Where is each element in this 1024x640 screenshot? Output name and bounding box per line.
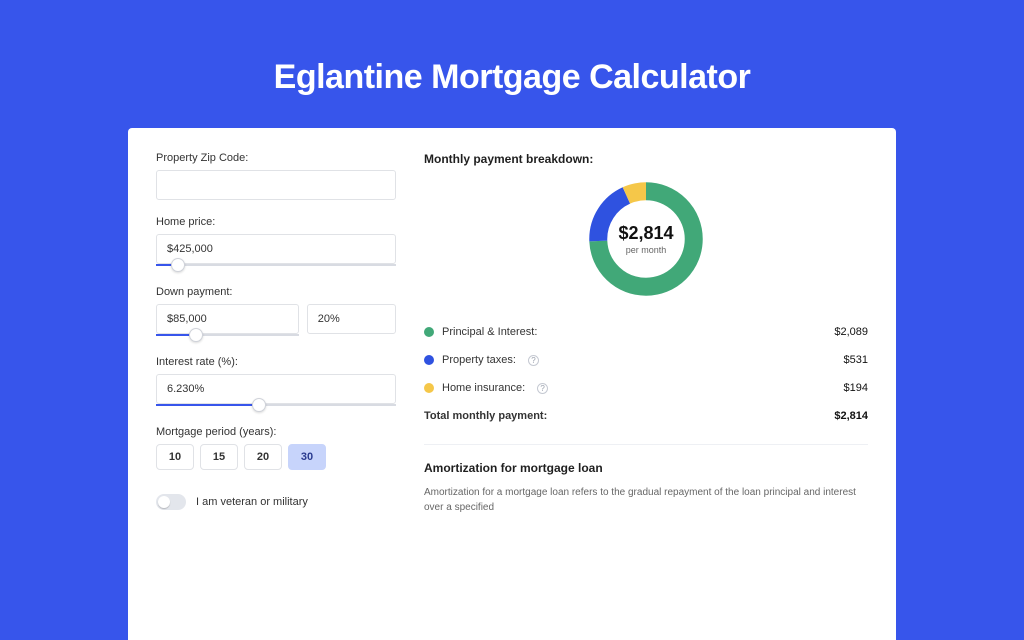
donut-center: $2,814 per month (583, 176, 709, 302)
legend-swatch (424, 355, 434, 365)
info-icon[interactable]: ? (537, 383, 548, 394)
mortgage-period-option-20[interactable]: 20 (244, 444, 282, 470)
down-payment-percent-group (307, 304, 396, 340)
amortization-body: Amortization for a mortgage loan refers … (424, 485, 868, 515)
form-column: Property Zip Code: Home price: Down paym… (156, 152, 396, 640)
down-payment-amount-input[interactable] (156, 304, 299, 334)
legend-swatch (424, 327, 434, 337)
interest-rate-label: Interest rate (%): (156, 356, 396, 368)
legend-total-value: $2,814 (834, 410, 868, 422)
page-title: Eglantine Mortgage Calculator (0, 0, 1024, 97)
legend-row-property_taxes: Property taxes:? $531 (424, 346, 868, 374)
down-payment-slider[interactable] (156, 334, 299, 336)
legend-swatch (424, 383, 434, 393)
donut-chart: $2,814 per month (583, 176, 709, 302)
breakdown-section: Monthly payment breakdown: $2,814 per mo… (424, 152, 868, 445)
veteran-row: I am veteran or military (156, 494, 396, 510)
legend-label: Home insurance: (442, 382, 525, 394)
home-price-input[interactable] (156, 234, 396, 264)
legend-label: Principal & Interest: (442, 326, 537, 338)
down-payment-percent-input[interactable] (307, 304, 396, 334)
zip-input[interactable] (156, 170, 396, 200)
mortgage-period-field-group: Mortgage period (years): 10152030 (156, 426, 396, 470)
legend-label: Property taxes: (442, 354, 516, 366)
down-payment-row (156, 304, 396, 356)
legend-value: $2,089 (834, 326, 868, 338)
slider-thumb[interactable] (189, 328, 203, 342)
down-payment-label: Down payment: (156, 286, 396, 298)
legend-value: $531 (844, 354, 868, 366)
amortization-section: Amortization for mortgage loan Amortizat… (424, 461, 868, 515)
home-price-slider[interactable] (156, 264, 396, 266)
mortgage-period-option-15[interactable]: 15 (200, 444, 238, 470)
donut-per-label: per month (626, 245, 667, 255)
slider-track-fill (156, 404, 259, 406)
mortgage-period-label: Mortgage period (years): (156, 426, 396, 438)
breakdown-title: Monthly payment breakdown: (424, 152, 868, 166)
home-price-field-group: Home price: (156, 216, 396, 266)
info-icon[interactable]: ? (528, 355, 539, 366)
slider-thumb[interactable] (252, 398, 266, 412)
home-price-label: Home price: (156, 216, 396, 228)
calculator-card: Property Zip Code: Home price: Down paym… (128, 128, 896, 640)
down-payment-amount-group (156, 304, 299, 336)
legend-row-home_insurance: Home insurance:? $194 (424, 374, 868, 402)
slider-thumb[interactable] (171, 258, 185, 272)
donut-chart-wrap: $2,814 per month (424, 166, 868, 318)
legend-total-row: Total monthly payment: $2,814 (424, 402, 868, 430)
interest-rate-slider[interactable] (156, 404, 396, 406)
toggle-knob (158, 496, 170, 508)
legend-value: $194 (844, 382, 868, 394)
veteran-toggle[interactable] (156, 494, 186, 510)
zip-label: Property Zip Code: (156, 152, 396, 164)
mortgage-period-options: 10152030 (156, 444, 396, 470)
mortgage-period-option-10[interactable]: 10 (156, 444, 194, 470)
interest-rate-field-group: Interest rate (%): (156, 356, 396, 406)
legend-list: Principal & Interest: $2,089 Property taxe… (424, 318, 868, 402)
legend-row-principal_interest: Principal & Interest: $2,089 (424, 318, 868, 346)
amortization-title: Amortization for mortgage loan (424, 461, 868, 475)
results-column: Monthly payment breakdown: $2,814 per mo… (424, 152, 868, 640)
donut-total-amount: $2,814 (618, 223, 673, 244)
legend-total-label: Total monthly payment: (424, 410, 547, 422)
mortgage-period-option-30[interactable]: 30 (288, 444, 326, 470)
interest-rate-input[interactable] (156, 374, 396, 404)
zip-field-group: Property Zip Code: (156, 152, 396, 200)
veteran-label: I am veteran or military (196, 496, 308, 508)
